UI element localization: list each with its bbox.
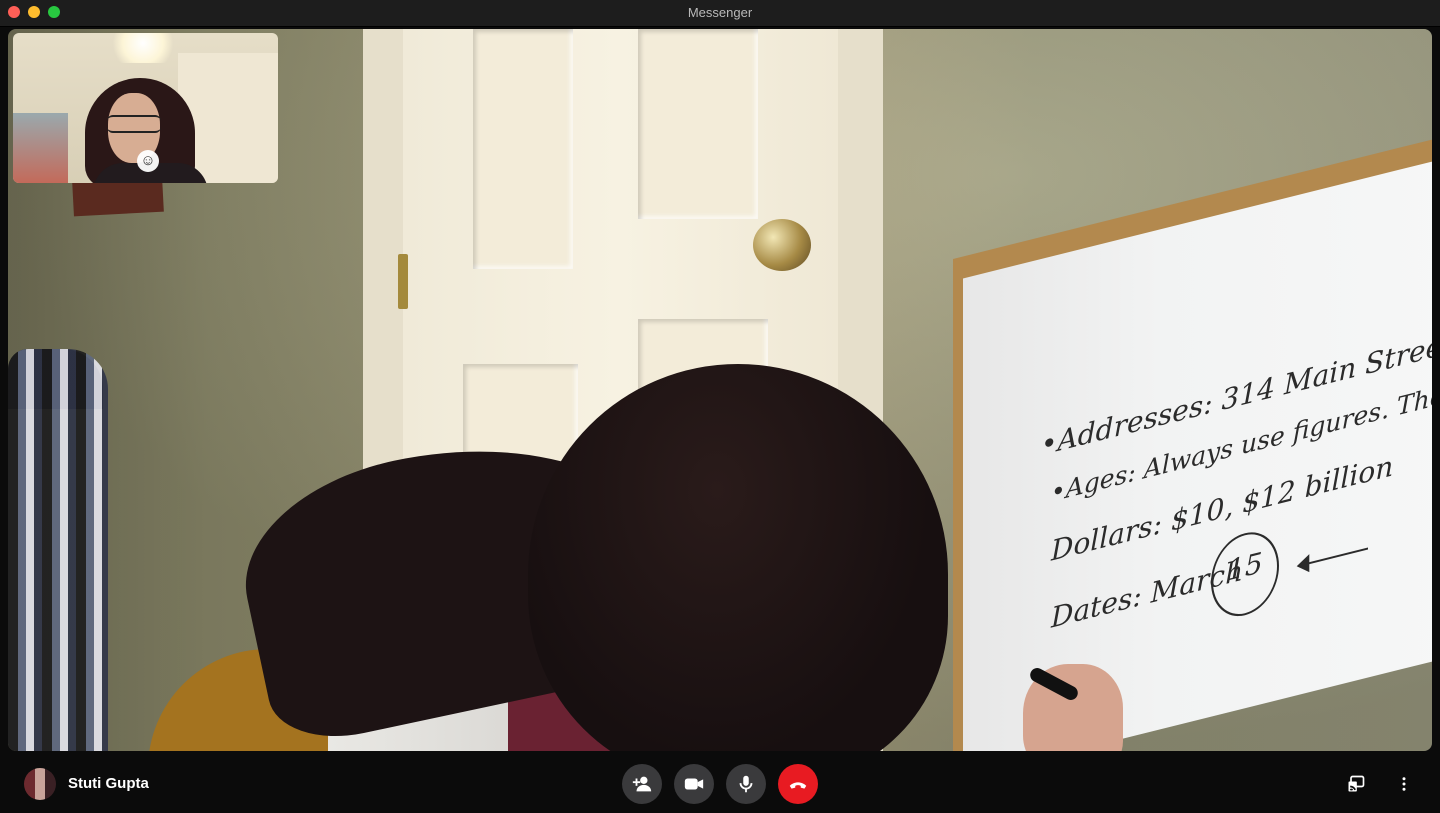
door-knob	[753, 219, 811, 271]
avatar	[24, 768, 56, 800]
participant-name: Stuti Gupta	[68, 775, 149, 792]
call-control-bar: Stuti Gupta	[0, 754, 1440, 813]
title-bar: Messenger	[0, 0, 1440, 27]
door-panel	[638, 29, 758, 219]
microphone-toggle-button[interactable]	[726, 764, 766, 804]
screen-share-button[interactable]	[1344, 772, 1368, 796]
chair	[8, 349, 108, 751]
self-view-video[interactable]: ☺	[13, 33, 278, 183]
video-toggle-button[interactable]	[674, 764, 714, 804]
self-glasses	[107, 115, 161, 133]
effects-smiley-icon[interactable]: ☺	[137, 150, 159, 172]
end-call-button[interactable]	[778, 764, 818, 804]
door-hinge	[398, 254, 408, 309]
background-window	[13, 113, 68, 183]
more-vertical-icon	[1402, 777, 1406, 791]
add-person-icon	[632, 776, 652, 792]
ceiling-light	[108, 33, 178, 63]
video-camera-icon	[684, 778, 704, 790]
cast-icon	[1348, 775, 1365, 792]
window-title: Messenger	[687, 5, 753, 20]
more-options-button[interactable]	[1392, 772, 1416, 796]
microphone-icon	[739, 775, 753, 793]
end-call-icon	[789, 782, 807, 789]
whiteboard-arrow	[1298, 547, 1368, 567]
messenger-window: Messenger •Addresses: 314 Main Street •A…	[0, 0, 1440, 813]
add-person-button[interactable]	[622, 764, 662, 804]
door-panel	[473, 29, 573, 269]
